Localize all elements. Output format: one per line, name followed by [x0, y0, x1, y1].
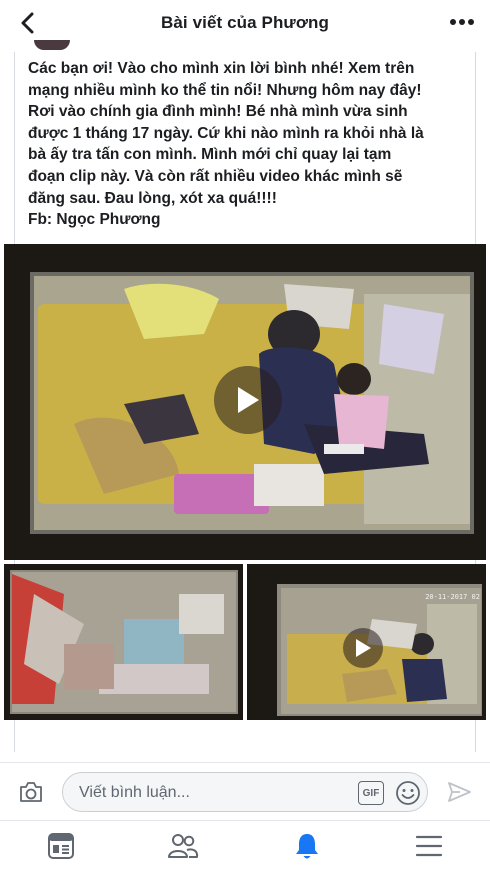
- main-video[interactable]: [4, 244, 486, 560]
- tab-menu[interactable]: [412, 831, 446, 861]
- hamburger-menu-icon: [415, 835, 443, 857]
- camera-button[interactable]: [18, 780, 44, 804]
- thumb-video-left[interactable]: [4, 564, 243, 720]
- bottom-tab-bar: [0, 820, 490, 871]
- post-text: Các bạn ơi! Vào cho mình xin lời bình nh…: [28, 60, 424, 229]
- friends-icon: [168, 834, 199, 858]
- tab-news-feed[interactable]: [44, 831, 78, 861]
- news-feed-icon: [48, 833, 74, 859]
- comment-input[interactable]: Viết bình luận... GIF: [62, 772, 428, 812]
- send-icon: [448, 782, 471, 802]
- comment-placeholder: Viết bình luận...: [79, 784, 190, 801]
- comment-bar: Viết bình luận... GIF: [0, 762, 490, 820]
- emoji-button[interactable]: [395, 780, 421, 806]
- top-header: Bài viết của Phương: [0, 0, 490, 46]
- chevron-left-icon: [21, 12, 34, 34]
- more-options-button[interactable]: [448, 12, 476, 32]
- play-icon: [356, 639, 371, 657]
- thumb-play-button[interactable]: [343, 628, 383, 668]
- back-button[interactable]: [14, 9, 42, 37]
- more-horizontal-icon: [450, 19, 474, 25]
- play-icon: [238, 387, 259, 413]
- smiley-icon: [396, 781, 420, 805]
- thumb-video-right[interactable]: 20-11-2017 02: [247, 564, 486, 720]
- camera-icon: [20, 782, 42, 802]
- send-button[interactable]: [446, 780, 472, 804]
- video-timestamp: 20-11-2017 02: [425, 593, 480, 601]
- post-card: Các bạn ơi! Vào cho mình xin lời bình nh…: [0, 40, 490, 758]
- main-play-button[interactable]: [214, 366, 282, 434]
- bell-icon: [296, 834, 318, 859]
- tab-friends[interactable]: [166, 831, 200, 861]
- author-avatar[interactable]: [34, 40, 70, 50]
- gif-button[interactable]: GIF: [358, 781, 384, 805]
- page-title: Bài viết của Phương: [161, 13, 329, 32]
- tab-notifications[interactable]: [290, 831, 324, 861]
